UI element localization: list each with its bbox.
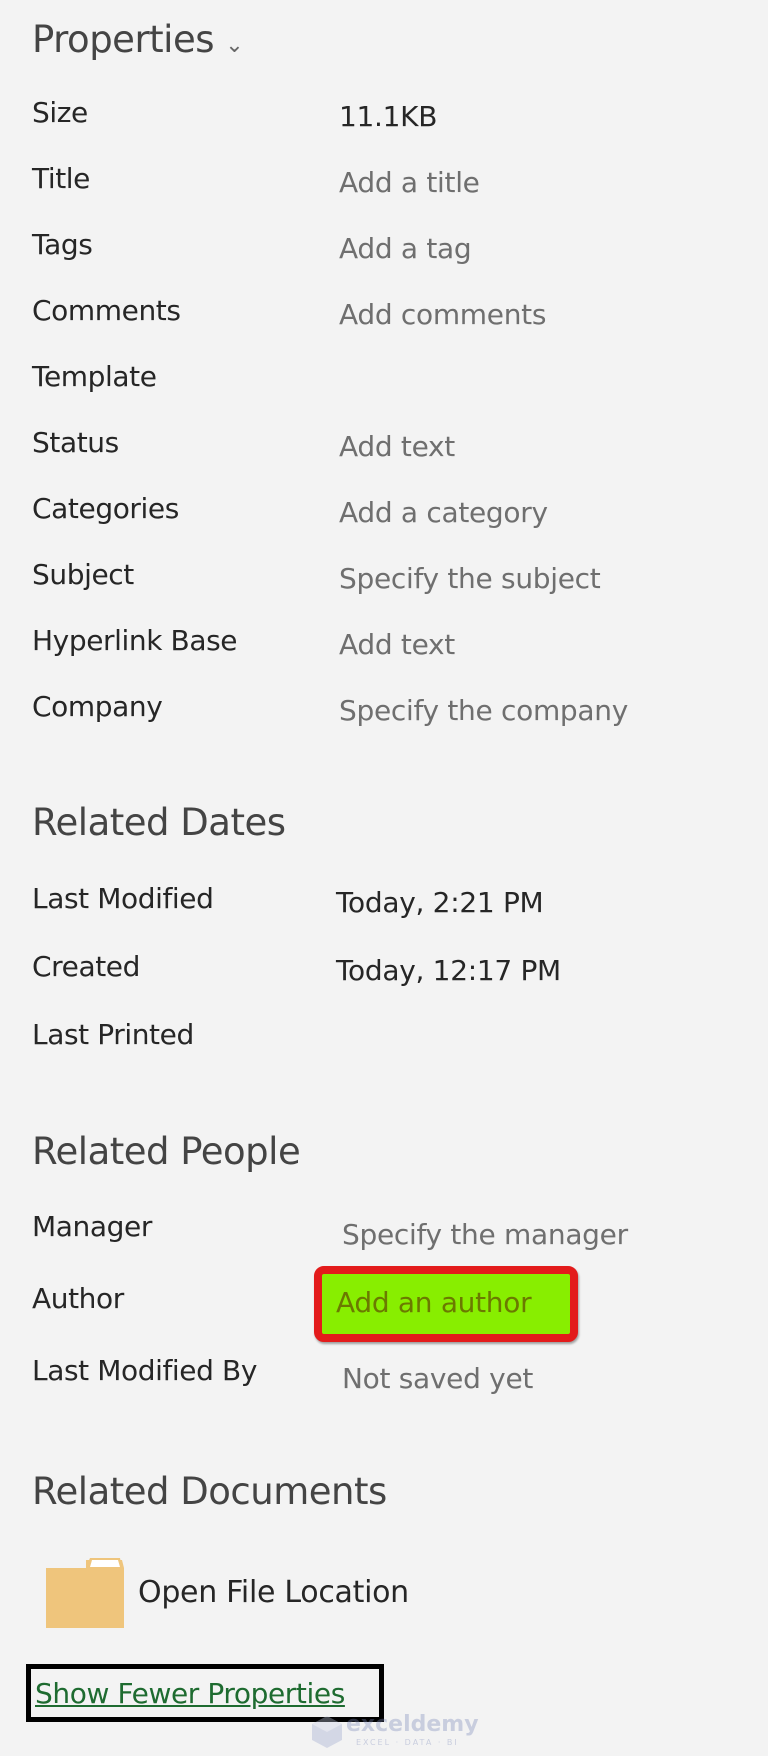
label-last-printed: Last Printed [32,1018,194,1051]
subject-field[interactable]: Specify the subject [339,562,601,595]
label-tags: Tags [32,228,93,261]
label-manager: Manager [32,1210,152,1243]
label-created: Created [32,950,141,983]
label-size: Size [32,96,88,129]
categories-field[interactable]: Add a category [339,496,548,529]
author-field-highlight[interactable]: Add an author [314,1266,578,1342]
label-subject: Subject [32,558,134,591]
watermark-text: exceldemy [346,1712,479,1737]
show-fewer-properties-link[interactable]: Show Fewer Properties [35,1677,345,1710]
author-field[interactable]: Add an author [336,1286,532,1319]
label-template: Template [32,360,157,393]
value-last-modified-by: Not saved yet [342,1362,534,1395]
title-field[interactable]: Add a title [339,166,480,199]
tags-field[interactable]: Add a tag [339,232,472,265]
related-documents-heading: Related Documents [32,1470,387,1513]
manager-field[interactable]: Specify the manager [342,1218,628,1251]
related-dates-heading: Related Dates [32,801,286,844]
label-last-modified-by: Last Modified By [32,1354,257,1387]
value-last-modified: Today, 2:21 PM [336,886,544,919]
watermark-logo-icon [312,1716,342,1748]
folder-icon[interactable] [46,1558,124,1628]
properties-heading-text: Properties [32,18,215,61]
hyperlink-base-field[interactable]: Add text [339,628,455,661]
label-comments: Comments [32,294,181,327]
watermark-subtext: EXCEL · DATA · BI [356,1738,459,1747]
watermark: exceldemy EXCEL · DATA · BI [312,1712,479,1756]
label-status: Status [32,426,119,459]
value-size: 11.1KB [339,100,438,133]
company-field[interactable]: Specify the company [339,694,628,727]
properties-heading[interactable]: Properties ⌄ [32,18,244,61]
comments-field[interactable]: Add comments [339,298,546,331]
label-company: Company [32,690,163,723]
label-last-modified: Last Modified [32,882,214,915]
label-author: Author [32,1282,124,1315]
chevron-down-icon[interactable]: ⌄ [225,33,243,58]
related-people-heading: Related People [32,1130,301,1173]
label-title: Title [32,162,91,195]
label-categories: Categories [32,492,179,525]
label-hyperlink-base: Hyperlink Base [32,624,238,657]
value-created: Today, 12:17 PM [336,954,561,987]
open-file-location-link[interactable]: Open File Location [138,1575,409,1610]
status-field[interactable]: Add text [339,430,455,463]
